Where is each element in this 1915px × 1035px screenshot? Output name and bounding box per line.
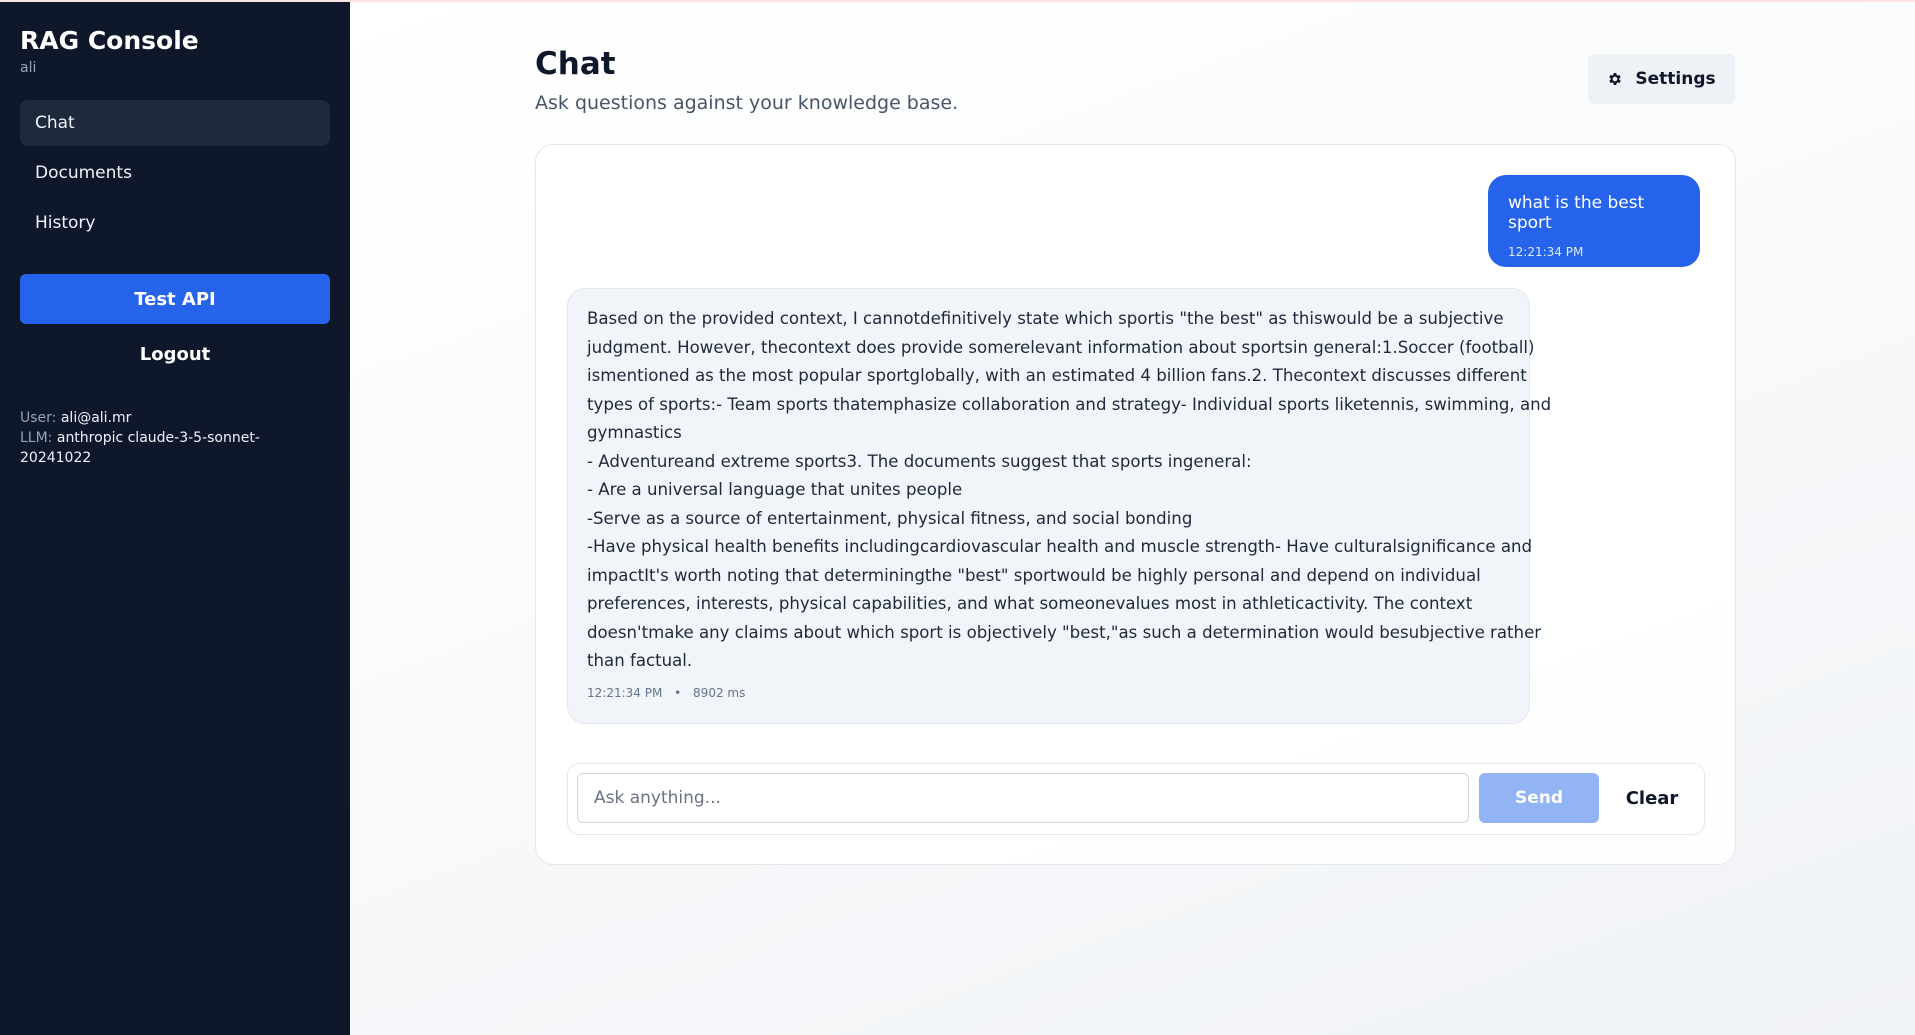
app-root: RAG Console ali Chat Documents History T… — [0, 0, 1915, 1035]
llm-label: LLM: — [20, 430, 53, 446]
assistant-text-line: - Adventureand extreme sports3. The docu… — [587, 451, 1252, 471]
settings-button[interactable]: Settings — [1588, 54, 1735, 104]
logout-button[interactable]: Logout — [20, 334, 330, 374]
assistant-text-line: types of sports:- Team sports thatemphas… — [587, 394, 1552, 414]
assistant-text-line: - Are a universal language that unites p… — [587, 480, 963, 499]
user-message-text: what is the best sport — [1508, 193, 1645, 233]
session-info: User: ali@ali.mr LLM: anthropic claude-3… — [20, 408, 330, 468]
assistant-message: Based on the provided context, I cannotd… — [567, 288, 1552, 724]
message-composer: Send Clear — [567, 763, 1705, 835]
sidebar-item-chat[interactable]: Chat — [20, 100, 330, 146]
clear-button[interactable]: Clear — [1609, 773, 1695, 823]
assistant-text-line: judgment. However, thecontext does provi… — [587, 337, 1535, 357]
llm-model: anthropic claude-3-5-sonnet-20241022 — [20, 430, 260, 466]
send-button[interactable]: Send — [1479, 773, 1599, 823]
app-title: RAG Console — [20, 26, 199, 55]
page-title: Chat — [535, 46, 616, 82]
assistant-message-time: 12:21:34 PM — [587, 685, 663, 700]
sidebar-item-history[interactable]: History — [20, 200, 330, 246]
user-label: User: — [20, 410, 57, 426]
meta-separator: • — [674, 685, 682, 700]
page-subtitle: Ask questions against your knowledge bas… — [535, 92, 959, 114]
assistant-message-text: Based on the provided context, I cannotd… — [587, 305, 1552, 676]
page-header: Chat Ask questions against your knowledg… — [535, 46, 958, 114]
test-api-button[interactable]: Test API — [20, 274, 330, 324]
assistant-text-line: ismentioned as the most popular sportglo… — [587, 366, 1527, 385]
gear-icon — [1609, 73, 1622, 85]
chat-panel: what is the best sport 12:21:34 PM Based… — [535, 144, 1736, 865]
response-latency: 8902 ms — [693, 685, 746, 700]
settings-label: Settings — [1635, 69, 1716, 89]
user-email: ali@ali.mr — [60, 410, 132, 426]
assistant-text-line: impactIt's worth noting that determining… — [587, 565, 1481, 585]
sidebar-item-documents[interactable]: Documents — [20, 150, 330, 196]
assistant-message-meta: 12:21:34 PM • 8902 ms — [587, 686, 1510, 700]
sidebar-nav: Chat Documents History — [20, 100, 330, 246]
assistant-text-line: Based on the provided context, I cannotd… — [587, 309, 1504, 328]
sidebar: RAG Console ali Chat Documents History T… — [0, 2, 350, 1035]
assistant-text-line: -Serve as a source of entertainment, phy… — [587, 508, 1193, 528]
workspace-name: ali — [20, 60, 37, 76]
assistant-text-line: -Have physical health benefits including… — [587, 537, 1533, 556]
assistant-text-line: than factual. — [587, 651, 693, 670]
user-info: User: ali@ali.mr — [20, 408, 330, 428]
main-content: Chat Ask questions against your knowledg… — [350, 2, 1915, 1035]
chat-input[interactable] — [577, 773, 1469, 823]
user-message-time: 12:21:34 PM — [1508, 245, 1584, 259]
llm-info: LLM: anthropic claude-3-5-sonnet-2024102… — [20, 428, 330, 468]
assistant-text-line: gymnastics — [587, 423, 682, 442]
assistant-text-line: preferences, interests, physical capabil… — [587, 594, 1473, 613]
user-message: what is the best sport 12:21:34 PM — [1488, 175, 1700, 267]
assistant-text-line: doesn'tmake any claims about which sport… — [587, 622, 1542, 642]
